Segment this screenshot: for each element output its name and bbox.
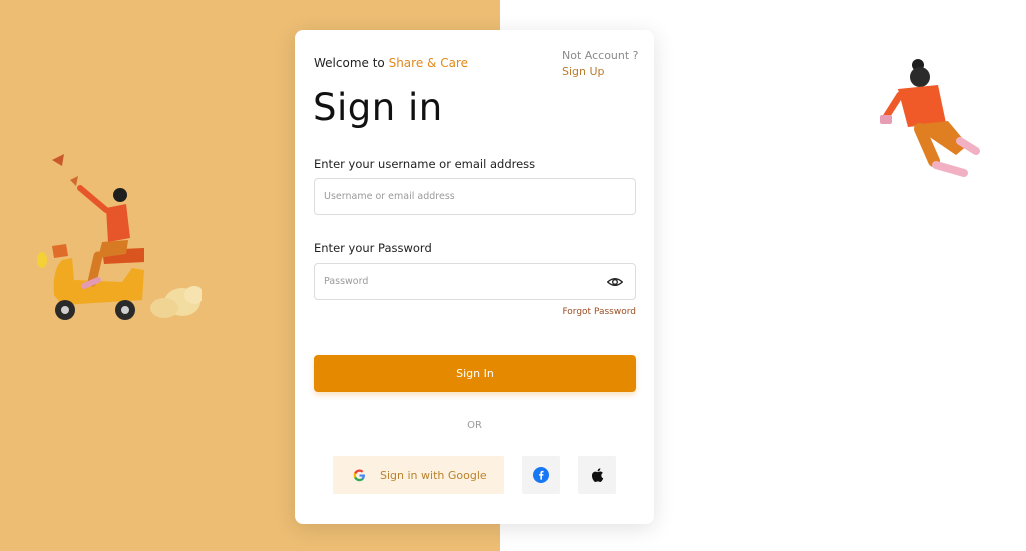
brand-name: Share & Care bbox=[388, 56, 468, 70]
username-field bbox=[314, 178, 636, 215]
google-signin-button[interactable]: Sign in with Google bbox=[333, 456, 504, 494]
eye-icon[interactable] bbox=[607, 275, 623, 289]
welcome-prefix: Welcome to bbox=[314, 56, 389, 70]
google-signin-label: Sign in with Google bbox=[380, 468, 487, 482]
password-field bbox=[314, 263, 636, 300]
password-label: Enter your Password bbox=[314, 241, 432, 255]
scooter-illustration bbox=[37, 154, 202, 320]
or-divider: OR bbox=[467, 420, 482, 431]
signin-button[interactable]: Sign In bbox=[314, 355, 636, 392]
page-title: Sign in bbox=[313, 86, 443, 129]
floating-person-illustration bbox=[880, 59, 980, 177]
welcome-text: Welcome to Share & Care bbox=[314, 56, 468, 70]
google-icon bbox=[353, 468, 365, 481]
username-label: Enter your username or email address bbox=[314, 157, 536, 171]
apple-signin-button[interactable] bbox=[578, 456, 616, 494]
facebook-icon bbox=[533, 467, 549, 483]
signin-card: Welcome to Share & Care Not Account ? Si… bbox=[295, 30, 654, 524]
username-input[interactable] bbox=[315, 179, 635, 214]
password-input[interactable] bbox=[315, 264, 635, 299]
signup-link[interactable]: Sign Up bbox=[562, 64, 605, 80]
facebook-signin-button[interactable] bbox=[522, 456, 560, 494]
no-account-prompt: Not Account ? bbox=[562, 49, 639, 62]
apple-icon bbox=[591, 468, 604, 482]
forgot-password-link[interactable]: Forgot Password bbox=[562, 307, 636, 317]
